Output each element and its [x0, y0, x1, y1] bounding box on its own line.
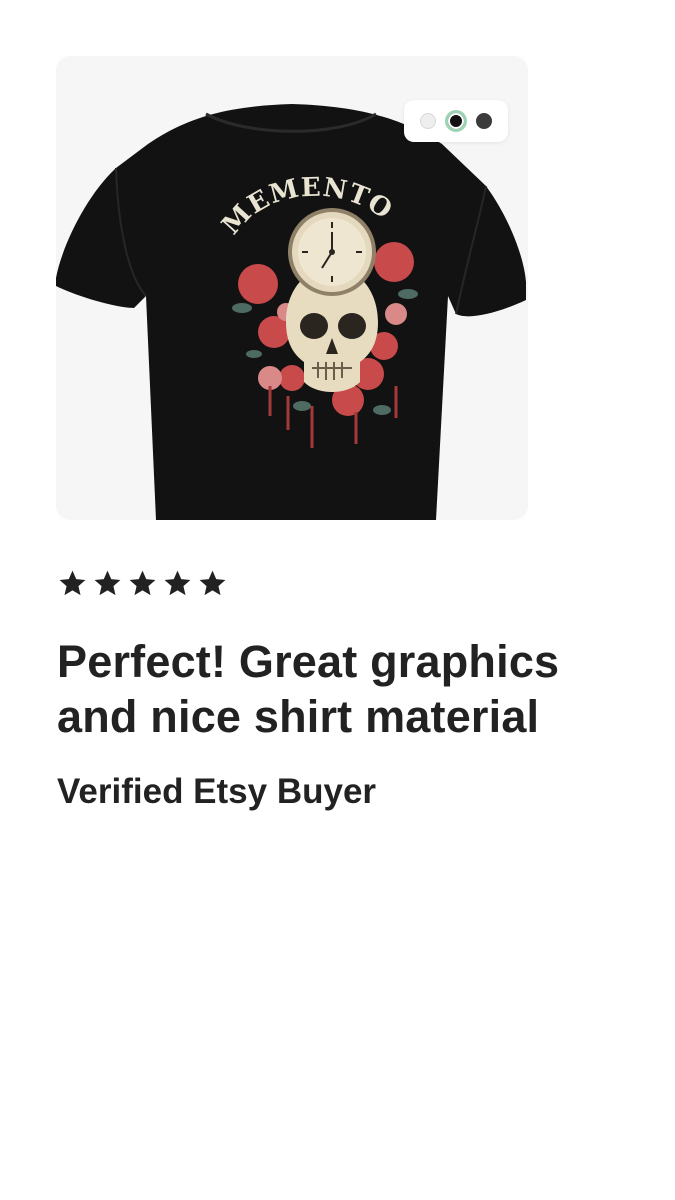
color-swatch-group	[404, 100, 508, 142]
swatch-charcoal[interactable]	[476, 113, 492, 129]
swatch-black[interactable]	[445, 110, 467, 132]
swatch-white[interactable]	[420, 113, 436, 129]
star-rating	[57, 566, 577, 600]
reviewer-name: Verified Etsy Buyer	[57, 772, 377, 811]
product-image-card[interactable]: MEMENTO MORI	[56, 56, 528, 520]
review-title: Perfect! Great graphics and nice shirt m…	[57, 636, 560, 742]
star-icon	[199, 570, 226, 595]
star-icon	[94, 570, 121, 595]
star-icon	[129, 570, 156, 595]
star-icon	[164, 570, 191, 595]
star-icon	[59, 570, 86, 595]
review-block: Perfect! Great graphics and nice shirt m…	[57, 566, 577, 812]
